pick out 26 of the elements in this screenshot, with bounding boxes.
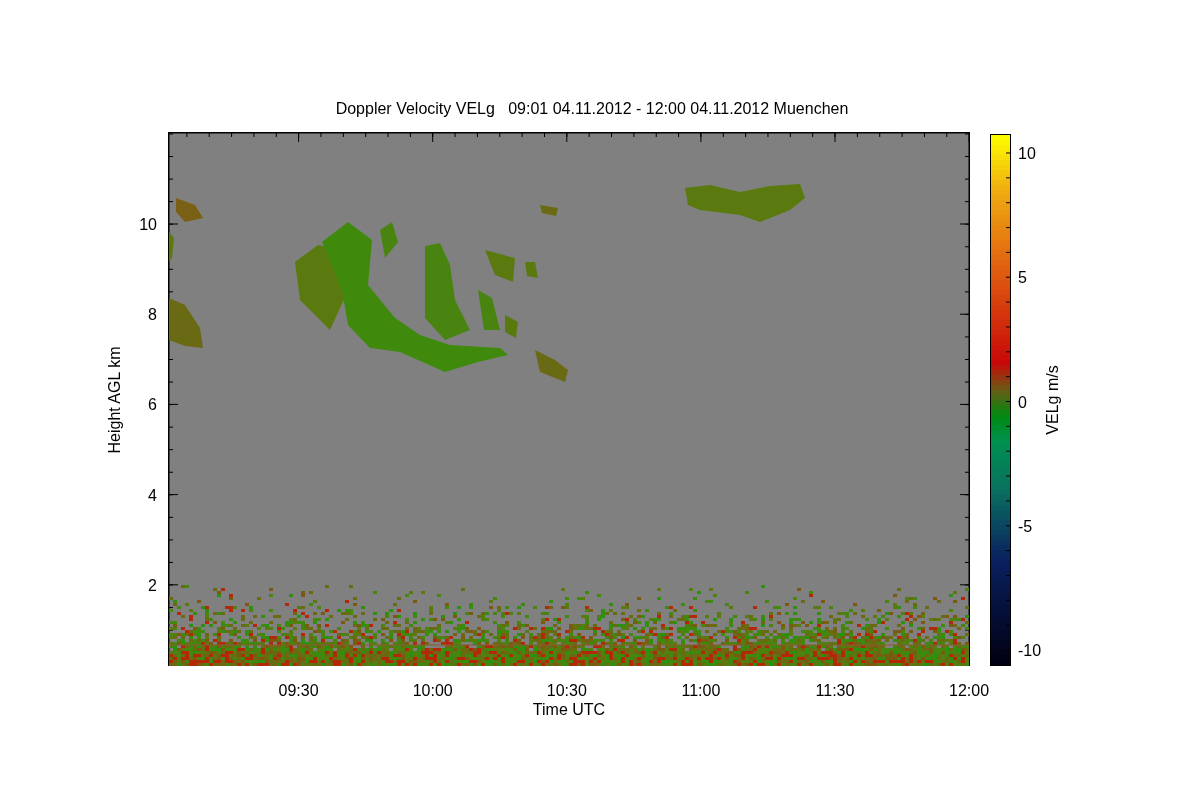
colorbar-tick-label: 5 [1018,269,1027,287]
cloud-echo [525,262,538,278]
x-tick-label: 12:00 [949,682,990,699]
cloud-echo [535,350,568,382]
colorbar-tick-label: 10 [1018,145,1036,162]
colorbar-tick-label: 0 [1018,393,1027,411]
cloud-echo [169,298,203,348]
y-tick-label: 2 [148,576,157,594]
cloud-echo [540,205,558,216]
y-tick-label: 4 [148,486,157,504]
y-tick-label: 10 [139,216,157,233]
y-axis-label: Height AGL km [106,346,123,454]
x-tick-label: 10:30 [546,682,587,699]
x-tick-label: 11:30 [815,682,855,699]
x-tick-label: 10:00 [412,682,453,699]
x-axis-label: Time UTC [532,701,606,718]
colorbar-tick-label: -5 [1018,517,1033,535]
cloud-echo [169,232,174,262]
plot-title: Doppler Velocity VELg 09:01 04.11.2012 - 12:00 04.11.2012 Muenchen [335,100,849,117]
x-tick-label: 09:30 [278,682,319,699]
colorbar-tick-label: -10 [1018,642,1042,659]
cloud-echo [176,198,203,222]
y-tick-label: 6 [148,396,157,414]
colorbar-label: VELg m/s [1044,365,1061,435]
y-tick-label: 8 [148,306,157,324]
x-tick-label: 11:00 [681,682,721,699]
